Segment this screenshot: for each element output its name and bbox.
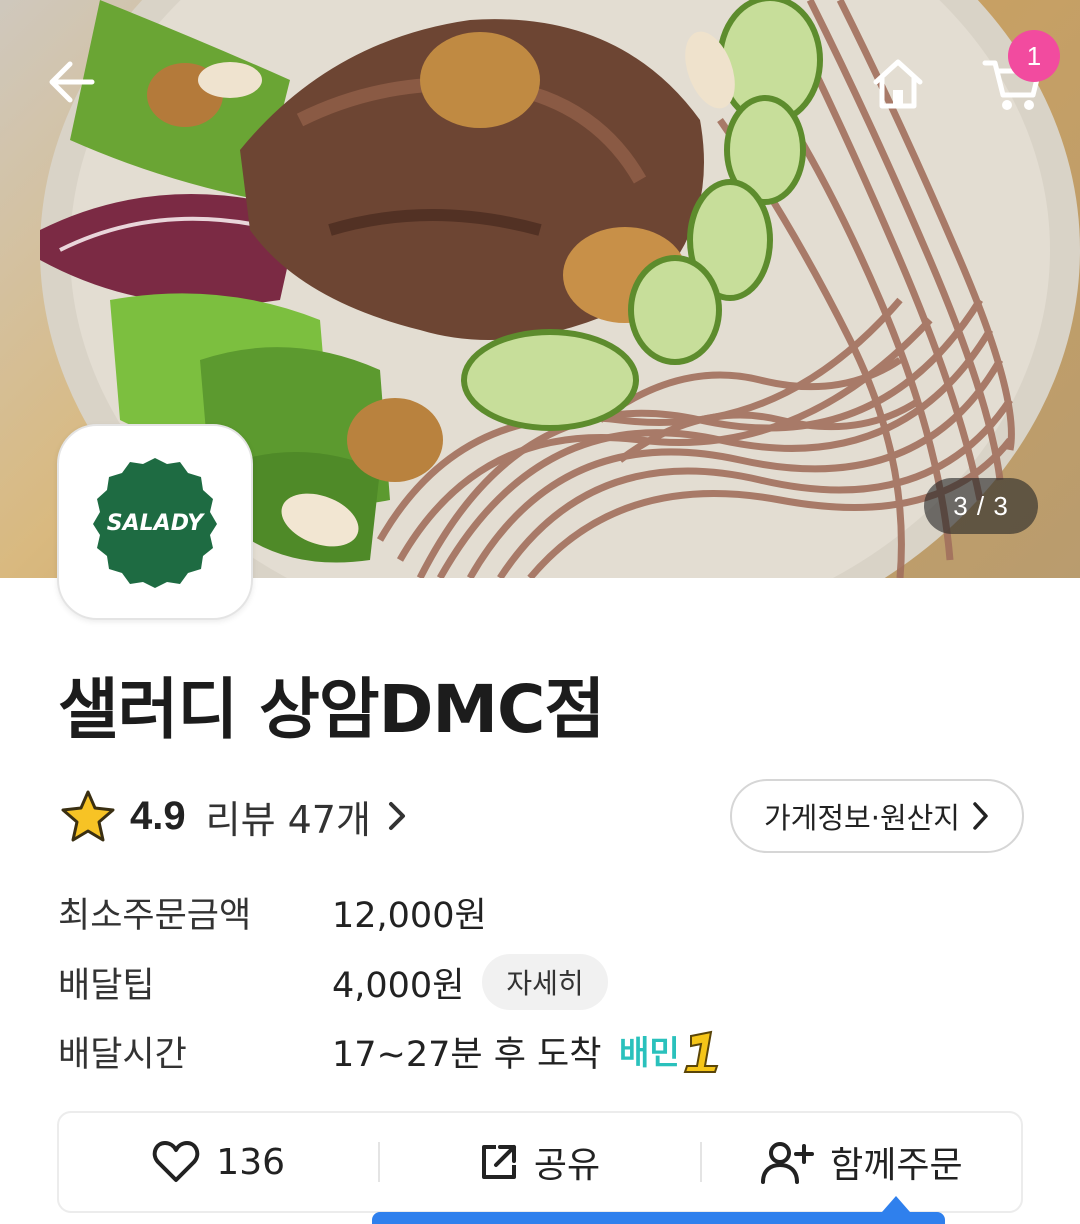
share-button[interactable]: 공유	[380, 1113, 699, 1211]
tooltip-pointer	[882, 1196, 910, 1212]
svg-text:배민: 배민	[619, 1033, 680, 1072]
baemin-one-badge: 배민	[619, 1028, 725, 1074]
delivery-time-row: 배달시간 17~27분 후 도착 배민	[58, 1023, 725, 1079]
store-info-label: 가게정보·원산지	[764, 801, 960, 835]
store-info-button[interactable]: 가게정보·원산지	[730, 779, 1024, 853]
review-link[interactable]: 리뷰 47개	[206, 789, 407, 844]
svg-text:SALADY: SALADY	[107, 511, 205, 536]
home-button[interactable]	[864, 50, 932, 118]
salady-logo: SALADY	[93, 458, 217, 588]
min-order-label: 최소주문금액	[58, 895, 252, 936]
delivery-time-value: 17~27분 후 도착	[332, 1034, 602, 1075]
cart-count-badge: 1	[1008, 30, 1060, 82]
baemin-one-logo: 배민	[619, 1030, 719, 1073]
min-order-row: 최소주문금액 12,000원	[58, 884, 487, 940]
heart-icon	[153, 1141, 200, 1182]
rating-row: 4.9 리뷰 47개	[60, 786, 407, 846]
delivery-tip-value: 4,000원	[332, 965, 465, 1006]
review-count: 리뷰 47개	[205, 797, 371, 842]
delivery-tip-detail-button[interactable]: 자세히	[482, 954, 608, 1010]
share-label: 공유	[533, 1145, 601, 1186]
star-icon	[61, 790, 115, 842]
like-count: 136	[216, 1141, 286, 1183]
group-order-button[interactable]: 함께주문	[702, 1113, 1021, 1211]
store-logo: SALADY	[57, 424, 253, 620]
image-counter: 3 / 3	[924, 478, 1038, 534]
group-order-tooltip[interactable]	[372, 1212, 945, 1224]
delivery-time-label: 배달시간	[58, 1034, 187, 1075]
store-name: 샐러디 상암DMC점	[58, 671, 605, 748]
delivery-tip-row: 배달팁 4,000원 자세히	[58, 954, 608, 1010]
rating-value: 4.9	[130, 793, 186, 838]
add-person-icon	[761, 1142, 815, 1184]
arrow-left-icon	[49, 61, 95, 103]
chevron-right-icon	[388, 802, 405, 830]
delivery-tip-label: 배달팁	[58, 965, 155, 1006]
like-button[interactable]: 136	[59, 1113, 378, 1211]
min-order-value: 12,000원	[332, 895, 487, 936]
home-icon	[873, 59, 923, 109]
action-bar: 136 공유 함께주문	[57, 1111, 1023, 1213]
chevron-right-icon	[973, 802, 988, 830]
share-icon	[481, 1145, 516, 1179]
group-order-label: 함께주문	[830, 1145, 963, 1186]
back-button[interactable]	[40, 50, 104, 114]
